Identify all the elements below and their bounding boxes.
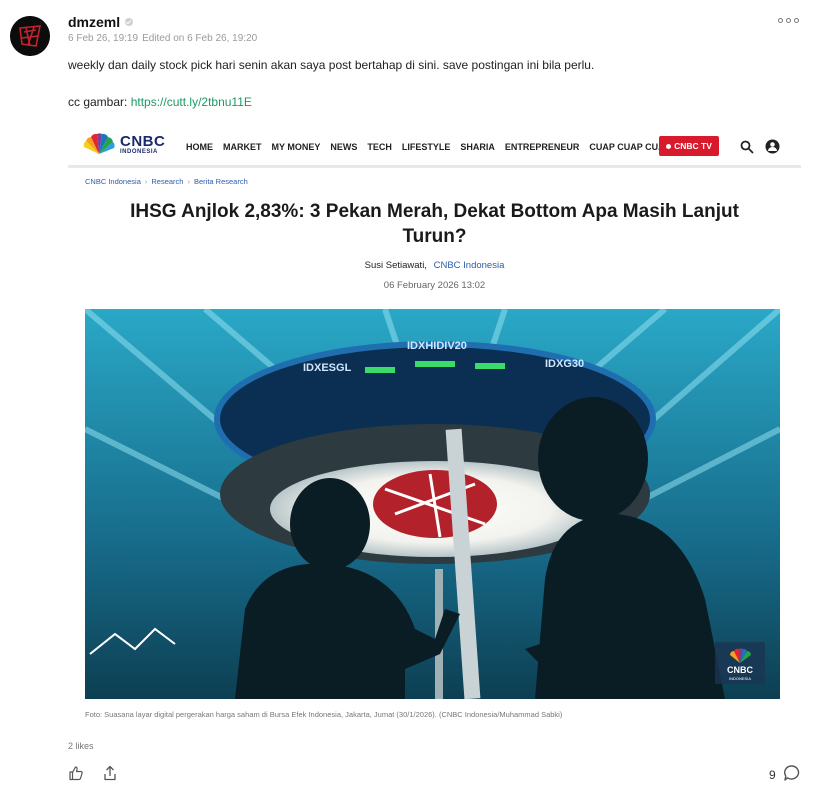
article-byline: Susi Setiawati, CNBC Indonesia xyxy=(68,260,801,271)
search-icon[interactable] xyxy=(740,140,754,154)
cnbc-logo[interactable]: CNBC INDONESIA xyxy=(82,130,168,158)
cnbc-tv-button[interactable]: CNBC TV xyxy=(659,136,719,156)
more-options-icon[interactable] xyxy=(778,18,799,23)
article-author: Susi Setiawati, xyxy=(364,260,427,271)
breadcrumb: CNBC Indonesia › Research › Berita Resea… xyxy=(85,177,248,186)
live-dot-icon xyxy=(666,143,672,149)
thumbs-up-icon[interactable] xyxy=(68,765,84,781)
breadcrumb-cnbc[interactable]: CNBC Indonesia xyxy=(85,177,141,186)
ticker-label: IDXG30 xyxy=(545,358,584,370)
comment-icon[interactable] xyxy=(783,764,801,782)
watermark-sub: INDONESIA xyxy=(729,676,751,681)
post-cc-line: cc gambar: https://cutt.ly/2tbnu11E xyxy=(68,95,252,109)
share-icon[interactable] xyxy=(102,765,118,781)
menu-sharia[interactable]: SHARIA xyxy=(460,142,495,152)
cc-label: cc gambar: xyxy=(68,95,128,109)
likes-count[interactable]: 2 likes xyxy=(68,741,94,751)
watermark-main: CNBC xyxy=(727,665,753,675)
breadcrumb-berita-research[interactable]: Berita Research xyxy=(194,177,248,186)
post-author[interactable]: dmzeml xyxy=(68,14,134,30)
post-edited: Edited on 6 Feb 26, 19:20 xyxy=(142,33,258,44)
menu-news[interactable]: NEWS xyxy=(330,142,357,152)
main-menu: HOME MARKET MY MONEY NEWS TECH LIFESTYLE… xyxy=(186,142,671,152)
post-meta: 6 Feb 26, 19:19 Edited on 6 Feb 26, 19:2… xyxy=(68,33,257,44)
stock-exchange-photo: IDXHIDIV20 IDXESGL IDXG30 CNBC INDONESIA xyxy=(85,309,780,699)
post-body: weekly dan daily stock pick hari senin a… xyxy=(68,58,595,72)
ticker-label: IDXHIDIV20 xyxy=(407,340,467,352)
logo-sub: INDONESIA xyxy=(120,148,158,155)
article-photo: IDXHIDIV20 IDXESGL IDXG30 CNBC INDONESIA xyxy=(85,309,780,699)
article-date: 06 February 2026 13:02 xyxy=(383,280,486,291)
menu-market[interactable]: MARKET xyxy=(223,142,262,152)
cnbc-navbar: CNBC INDONESIA HOME MARKET MY MONEY NEWS… xyxy=(68,124,801,168)
menu-lifestyle[interactable]: LIFESTYLE xyxy=(402,142,451,152)
menu-tech[interactable]: TECH xyxy=(367,142,392,152)
menu-home[interactable]: HOME xyxy=(186,142,213,152)
breadcrumb-separator: › xyxy=(187,177,190,186)
breadcrumb-research[interactable]: Research xyxy=(151,177,183,186)
user-icon[interactable] xyxy=(765,139,780,154)
article-source[interactable]: CNBC Indonesia xyxy=(434,260,505,271)
breadcrumb-separator: › xyxy=(144,177,148,186)
avatar-logo xyxy=(10,16,50,56)
menu-entrepreneur[interactable]: ENTREPRENEUR xyxy=(505,142,580,152)
ticker-label: IDXESGL xyxy=(303,362,352,374)
menu-my-money[interactable]: MY MONEY xyxy=(272,142,321,152)
embedded-article-image[interactable]: CNBC INDONESIA HOME MARKET MY MONEY NEWS… xyxy=(68,118,801,728)
logo-main: CNBC xyxy=(120,132,166,150)
photo-caption: Foto: Suasana layar digital pergerakan h… xyxy=(85,710,563,719)
comment-count: 9 xyxy=(769,768,776,782)
verified-icon xyxy=(125,18,134,26)
avatar[interactable] xyxy=(10,16,50,56)
peacock-icon xyxy=(83,133,115,154)
author-name[interactable]: dmzeml xyxy=(68,14,120,30)
cc-link[interactable]: https://cutt.ly/2tbnu11E xyxy=(131,95,252,109)
tv-button-label: CNBC TV xyxy=(674,141,712,151)
article-headline: IHSG Anjlok 2,83%: 3 Pekan Merah, Dekat … xyxy=(130,201,739,247)
post-timestamp: 6 Feb 26, 19:19 xyxy=(68,33,139,44)
